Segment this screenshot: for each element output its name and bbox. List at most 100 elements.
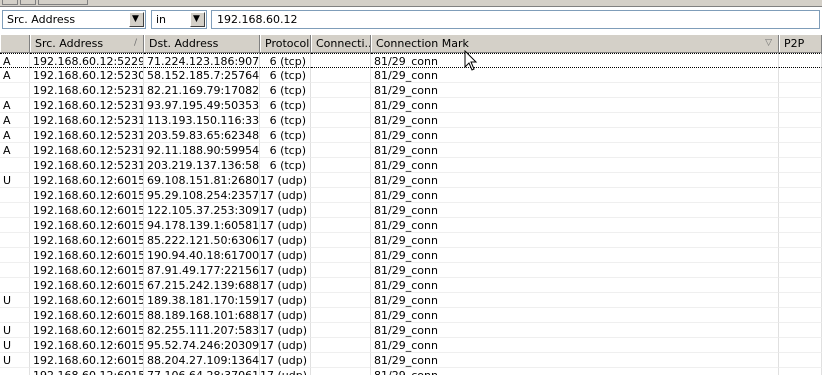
cell-src: 192.168.60.12:60153 [30, 353, 144, 368]
cell-dst: 71.224.123.186:9071 [144, 53, 260, 68]
table-row[interactable]: 192.168.60.12:60153 87.91.49.177:22156 17 … [0, 263, 822, 278]
filter-value-input[interactable]: 192.168.60.12 [211, 10, 820, 29]
cell-p2p [779, 53, 822, 68]
table-row[interactable]: A 192.168.60.12:52304 58.152.185.7:25764 6 … [0, 68, 822, 83]
cell-conn [311, 248, 371, 263]
cell-mark: 81/29_conn [371, 68, 779, 83]
filter-bar: Src. Address ▼ in ▼ 192.168.60.12 [0, 7, 822, 34]
cell-mark: 81/29_conn [371, 278, 779, 293]
table-row[interactable]: U 192.168.60.12:60153 95.52.74.246:20309 17… [0, 338, 822, 353]
cell-p2p [779, 233, 822, 248]
col-header-dst-address[interactable]: Dst. Address [144, 35, 260, 52]
dropdown-arrow-icon: ▼ [193, 14, 200, 24]
filter-value-text: 192.168.60.12 [217, 13, 298, 26]
toolbar-button-stub[interactable] [20, 0, 36, 5]
cell-mark: 81/29_conn [371, 218, 779, 233]
cell-p2p [779, 203, 822, 218]
cell-mark: 81/29_conn [371, 83, 779, 98]
table-row[interactable]: U192.168.60.12:60153189.38.181.170:15928… [0, 293, 822, 308]
table-row[interactable]: 192.168.60.12:60153 67.215.242.139:6881 17… [0, 278, 822, 293]
cell-p2p [779, 173, 822, 188]
col-header-protocol[interactable]: Protocol [260, 35, 311, 52]
cell-dst: 92.11.188.90:59954 [144, 143, 260, 158]
cell-flag [0, 233, 30, 248]
col-header-flags[interactable] [0, 35, 30, 52]
cell-conn [311, 128, 371, 143]
table-row[interactable]: A 192.168.60.12:52312 113.193.150.116:33..… [0, 113, 822, 128]
cell-p2p [779, 68, 822, 83]
table-row[interactable]: A 192.168.60.12:52298 71.224.123.186:9071 6… [0, 53, 822, 68]
col-header-connection-mark-label: Connection Mark [376, 37, 469, 50]
cell-mark: 81/29_conn [371, 188, 779, 203]
cell-p2p [779, 353, 822, 368]
cell-conn [311, 278, 371, 293]
cell-p2p [779, 338, 822, 353]
table-row[interactable]: 192.168.60.12:52316 203.219.137.136:58...… [0, 158, 822, 173]
cell-mark: 81/29_conn [371, 233, 779, 248]
cell-src: 192.168.60.12:60153 [30, 263, 144, 278]
cell-proto: 17 (udp) [260, 263, 311, 278]
col-header-src-address[interactable]: Src. Address / [30, 35, 144, 52]
cell-src: 192.168.60.12:52315 [30, 143, 144, 158]
cell-dst: 122.105.37.253:30958 [144, 203, 260, 218]
cell-flag: A [0, 143, 30, 158]
table-row[interactable]: 192.168.60.12:60153 85.222.121.50:63069 17… [0, 233, 822, 248]
table-row[interactable]: U 192.168.60.12:60153 69.108.151.81:26800 1… [0, 173, 822, 188]
toolbar-button-stub[interactable] [2, 0, 18, 5]
filter-field-select[interactable]: Src. Address ▼ [2, 10, 146, 29]
table-row[interactable]: 192.168.60.12:52310 82.21.169.79:17082 6 (… [0, 83, 822, 98]
cell-proto: 17 (udp) [260, 218, 311, 233]
cell-mark: 81/29_conn [371, 158, 779, 173]
cell-dst: 88.189.168.101:6881 [144, 308, 260, 323]
table-row[interactable]: U192.168.60.12:6015382.255.111.207:58315… [0, 323, 822, 338]
cell-flag: U [0, 323, 30, 338]
table-row[interactable]: U 192.168.60.12:60153 88.204.27.109:13649 1… [0, 353, 822, 368]
cell-conn [311, 158, 371, 173]
cell-p2p [779, 248, 822, 263]
cell-flag [0, 308, 30, 323]
table-row[interactable]: A 192.168.60.12:52311 93.97.195.49:50353 6 … [0, 98, 822, 113]
cell-flag: A [0, 53, 30, 68]
filter-field-value: Src. Address [7, 13, 76, 26]
cell-dst: 58.152.185.7:25764 [144, 68, 260, 83]
table-row[interactable]: 192.168.60.12:6015377.106.64.28:3706117 … [0, 368, 822, 375]
cell-conn [311, 218, 371, 233]
cell-p2p [779, 83, 822, 98]
table-row[interactable]: A 192.168.60.12:52315 92.11.188.90:59954 6 … [0, 143, 822, 158]
cell-src: 192.168.60.12:60153 [30, 218, 144, 233]
cell-proto: 17 (udp) [260, 353, 311, 368]
filter-funnel-icon[interactable]: ▽ [765, 35, 772, 52]
cell-src: 192.168.60.12:52310 [30, 83, 144, 98]
cell-conn [311, 113, 371, 128]
table-row[interactable]: 192.168.60.12:60153 94.178.139.1:60581 17 … [0, 218, 822, 233]
cell-proto: 17 (udp) [260, 338, 311, 353]
cell-p2p [779, 308, 822, 323]
cell-p2p [779, 98, 822, 113]
filter-field-dropdown-button[interactable]: ▼ [129, 12, 144, 27]
cell-dst: 87.91.49.177:22156 [144, 263, 260, 278]
cell-flag: A [0, 98, 30, 113]
table-row[interactable]: 192.168.60.12:60153 95.29.108.254:23570 17… [0, 188, 822, 203]
cell-dst: 82.255.111.207:58315 [144, 323, 260, 338]
filter-operator-value: in [156, 13, 167, 26]
filter-operator-dropdown-button[interactable]: ▼ [190, 12, 205, 27]
cell-flag: U [0, 173, 30, 188]
col-header-connection-mark[interactable]: Connection Mark ▽ [371, 35, 779, 52]
cell-dst: 67.215.242.139:6881 [144, 278, 260, 293]
cell-p2p [779, 158, 822, 173]
table-row[interactable]: 192.168.60.12:60153 190.94.40.18:61700 17 … [0, 248, 822, 263]
cell-mark: 81/29_conn [371, 263, 779, 278]
cell-mark: 81/29_conn [371, 53, 779, 68]
col-header-p2p[interactable]: P2P [779, 35, 822, 52]
cell-flag [0, 368, 30, 375]
toolbar-button-stub[interactable] [38, 0, 88, 5]
cell-flag: A [0, 128, 30, 143]
cell-p2p [779, 323, 822, 338]
table-row[interactable]: 192.168.60.12:60153 88.189.168.101:6881 17… [0, 308, 822, 323]
table-row[interactable]: A 192.168.60.12:52313 203.59.83.65:62348 6 … [0, 128, 822, 143]
cell-p2p [779, 263, 822, 278]
table-row[interactable]: 192.168.60.12:60153122.105.37.253:309581… [0, 203, 822, 218]
col-header-connection-type[interactable]: Connecti... [311, 35, 371, 52]
cell-proto: 6 (tcp) [260, 113, 311, 128]
filter-operator-select[interactable]: in ▼ [151, 10, 207, 29]
